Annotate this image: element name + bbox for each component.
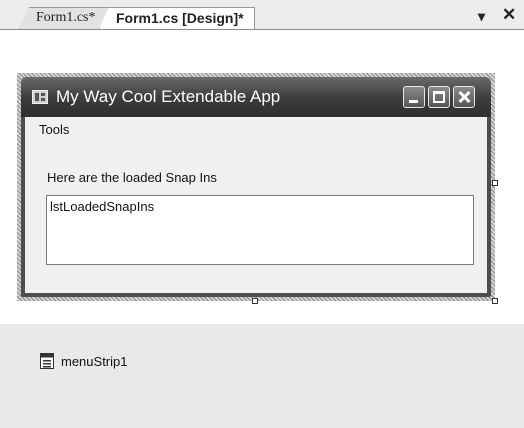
menustrip-icon	[40, 353, 54, 369]
close-document-icon[interactable]: ✕	[502, 5, 516, 25]
loaded-snapins-listbox[interactable]: lstLoadedSnapIns	[46, 195, 474, 265]
form-window[interactable]: My Way Cool Extendable App Tools Here ar…	[21, 77, 491, 297]
document-tab-strip: Form1.cs* Form1.cs [Design]* ▾ ✕	[0, 0, 524, 30]
designer-surface: My Way Cool Extendable App Tools Here ar…	[0, 30, 524, 324]
close-icon[interactable]	[453, 86, 475, 108]
minimize-icon[interactable]	[403, 86, 425, 108]
app-form-icon	[32, 90, 48, 104]
resize-handle-corner[interactable]	[492, 298, 498, 304]
component-tray: menuStrip1	[0, 324, 524, 428]
tray-component-menustrip[interactable]: menuStrip1	[61, 354, 127, 369]
resize-handle-right[interactable]	[492, 180, 498, 186]
menu-item-tools[interactable]: Tools	[39, 122, 69, 137]
resize-handle-bottom[interactable]	[252, 298, 258, 304]
listbox-name-text: lstLoadedSnapIns	[50, 199, 155, 214]
form-title: My Way Cool Extendable App	[56, 87, 281, 106]
tab-form1-code[interactable]: Form1.cs*	[19, 7, 111, 29]
maximize-icon[interactable]	[428, 86, 450, 108]
menu-strip: Tools	[25, 117, 487, 141]
window-position-dropdown-icon[interactable]: ▾	[478, 8, 485, 25]
form-client-area: Tools Here are the loaded Snap Ins lstLo…	[25, 117, 487, 293]
snapins-label: Here are the loaded Snap Ins	[47, 170, 217, 185]
tab-form1-design[interactable]: Form1.cs [Design]*	[99, 7, 255, 29]
form-title-bar[interactable]: My Way Cool Extendable App	[21, 77, 491, 117]
